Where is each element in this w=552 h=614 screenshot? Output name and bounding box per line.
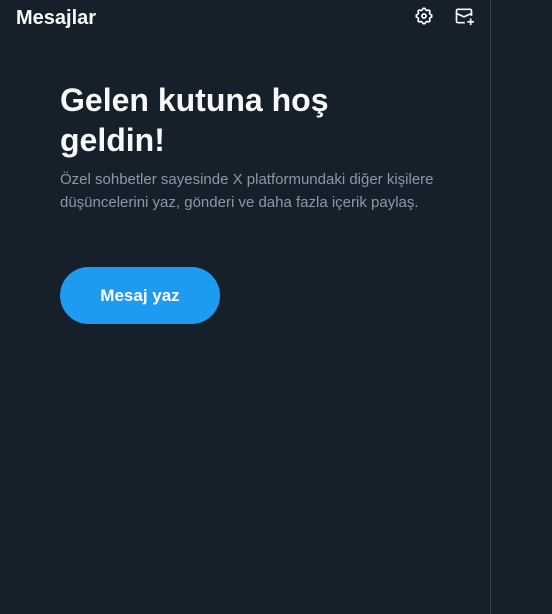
new-message-button[interactable] xyxy=(450,4,478,32)
page-title: Mesajlar xyxy=(16,7,97,29)
welcome-description: Özel sohbetler sayesinde X platformundak… xyxy=(60,171,434,211)
welcome-section: Gelen kutuna hoş geldin! Özel sohbetler … xyxy=(60,80,440,214)
write-message-button[interactable]: Mesaj yaz xyxy=(60,267,220,324)
envelope-plus-icon xyxy=(454,6,474,31)
settings-button[interactable] xyxy=(410,4,438,32)
welcome-heading: Gelen kutuna hoş geldin! xyxy=(60,82,329,158)
conversation-panel xyxy=(491,0,552,614)
gear-icon xyxy=(414,6,434,31)
messages-header: Mesajlar xyxy=(0,0,490,36)
messages-panel: Mesajlar Gelen kutuna hoş geldin! Özel s… xyxy=(0,0,491,614)
